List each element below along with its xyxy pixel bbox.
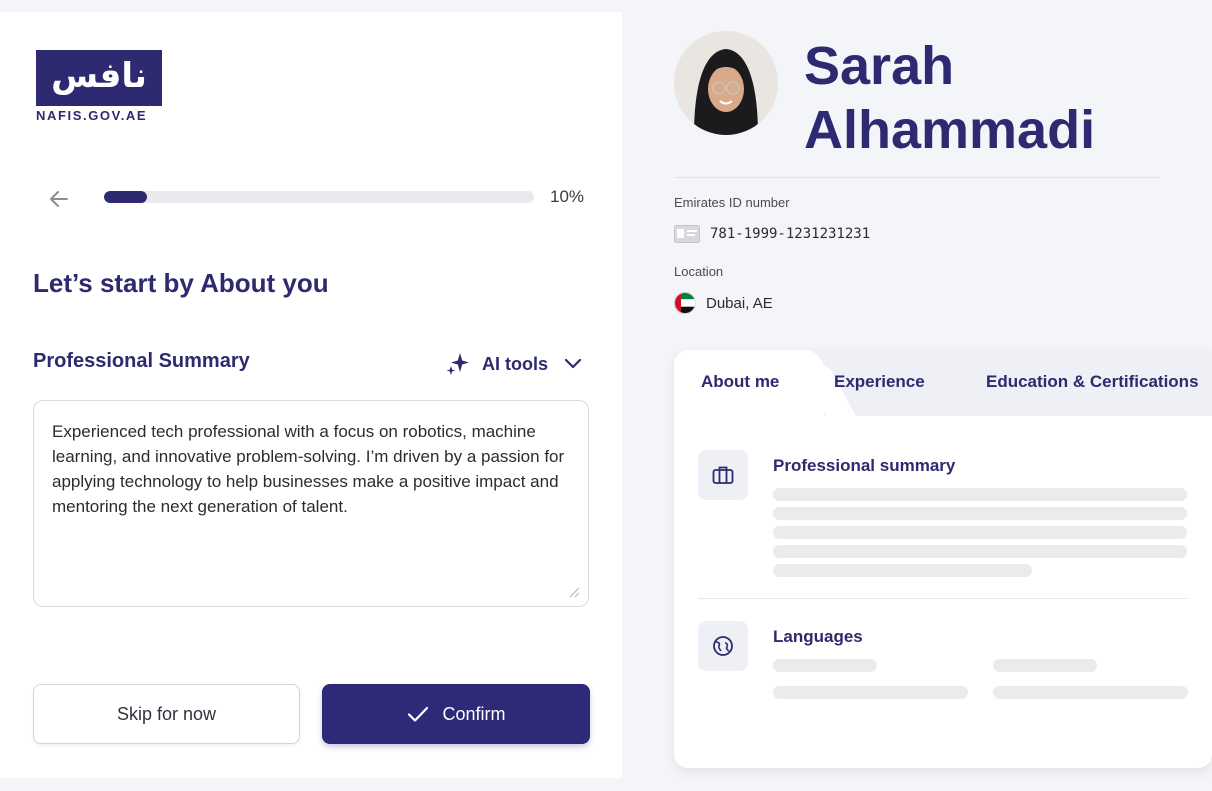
summary-text: Experienced tech professional with a foc… [52,422,565,516]
skeleton-line [773,507,1187,520]
profile-divider [674,177,1160,178]
profile-name: Sarah Alhammadi [804,34,1095,162]
profile-last-name: Alhammadi [804,100,1096,160]
onboarding-panel: نافس NAFIS.GOV.AE 10% Let’s start by Abo… [0,12,622,778]
nafis-logo: نافس NAFIS.GOV.AE [36,50,164,123]
progress-bar [104,191,534,203]
languages-section-icon [698,621,748,671]
logo-mark: نافس [36,50,162,106]
progress-fill [104,191,147,203]
chevron-down-icon [564,358,582,369]
logo-text: NAFIS.GOV.AE [36,108,148,123]
uae-flag-icon [674,292,696,314]
skeleton-line [773,659,877,672]
confirm-label: Confirm [442,703,506,724]
tab-about-me[interactable]: About me [701,372,779,392]
avatar-portrait [674,31,778,135]
location-label: Location [674,264,724,279]
resize-handle-icon[interactable] [566,584,580,598]
tab-experience[interactable]: Experience [834,372,925,392]
skeleton-line [993,686,1188,699]
profile-first-name: Sarah [804,36,955,96]
check-icon [408,706,429,722]
skeleton-line [773,564,1032,577]
emirates-id-number: 781-1999-1231231231 [710,226,871,242]
skeleton-line [993,659,1097,672]
skeleton-line [773,526,1187,539]
arrow-left-icon [50,191,68,207]
ai-tools-dropdown[interactable]: AI tools [444,348,584,380]
professional-summary-textarea[interactable]: Experienced tech professional with a foc… [33,400,589,607]
back-button[interactable] [44,184,74,214]
briefcase-icon [712,466,734,484]
profile-avatar [674,31,778,135]
logo-arabic-wordmark: نافس [51,56,147,96]
tab-bar: About me Experience Education & Certific… [674,350,1212,416]
card-divider [698,598,1188,599]
emirates-id-value: 781-1999-1231231231 [674,225,870,243]
summary-section-icon [698,450,748,500]
languages-section-title: Languages [773,627,863,646]
location-value: Dubai, AE [674,292,773,314]
page-title: Let’s start by About you [33,268,329,298]
ai-tools-label: AI tools [482,353,548,374]
professional-summary-label: Professional Summary [33,350,250,372]
globe-icon [713,636,733,656]
sparkle-icon [446,353,469,375]
skeleton-line [773,488,1187,501]
skip-button[interactable]: Skip for now [33,684,300,744]
location-text: Dubai, AE [706,294,773,312]
tab-education-certifications[interactable]: Education & Certifications [986,372,1199,392]
skeleton-line [773,686,968,699]
confirm-button[interactable]: Confirm [322,684,590,744]
id-card-icon [674,225,700,243]
progress-percent: 10% [550,187,585,206]
profile-card: About me Experience Education & Certific… [674,350,1212,768]
emirates-id-label: Emirates ID number [674,195,790,210]
skeleton-line [773,545,1187,558]
summary-section-title: Professional summary [773,456,956,475]
